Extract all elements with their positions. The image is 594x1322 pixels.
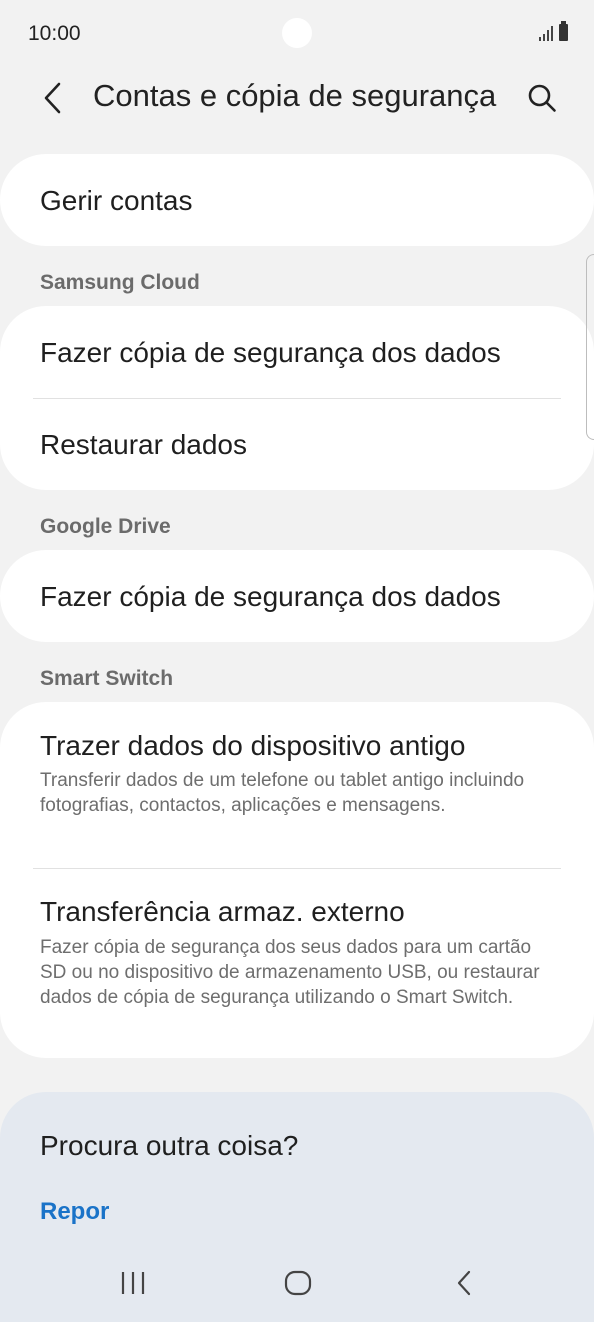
home-icon — [284, 1270, 312, 1296]
recents-button[interactable] — [103, 1258, 163, 1308]
search-button[interactable] — [520, 76, 564, 120]
restore-data-label: Restaurar dados — [40, 429, 248, 460]
search-icon — [528, 84, 556, 112]
manage-accounts-item[interactable]: Gerir contas — [0, 154, 594, 246]
bring-data-description: Transferir dados de um telefone ou table… — [40, 770, 525, 816]
smart-switch-card: Trazer dados do dispositivo antigo Trans… — [0, 702, 594, 1058]
section-header-samsung-cloud: Samsung Cloud — [40, 271, 200, 294]
google-backup-item[interactable]: Fazer cópia de segurança dos dados — [0, 550, 594, 642]
nav-back-button[interactable] — [434, 1258, 494, 1308]
reset-link[interactable]: Repor — [40, 1198, 109, 1226]
system-icons — [539, 21, 568, 41]
section-header-smart-switch: Smart Switch — [40, 667, 174, 690]
scrollbar[interactable] — [586, 254, 594, 440]
section-header-google-drive: Google Drive — [40, 515, 171, 538]
samsung-cloud-card: Fazer cópia de segurança dos dados Resta… — [0, 306, 594, 490]
home-button[interactable] — [268, 1258, 328, 1308]
recents-icon — [121, 1272, 145, 1294]
suggestions-card: Procura outra coisa? Repor — [0, 1092, 594, 1242]
bring-data-item[interactable]: Trazer dados do dispositivo antigo Trans… — [0, 702, 594, 868]
chevron-left-icon — [44, 82, 61, 114]
status-time: 10:00 — [28, 22, 81, 45]
external-storage-item[interactable]: Transferência armaz. externo Fazer cópia… — [0, 869, 594, 1058]
back-button[interactable] — [36, 76, 70, 120]
navigation-bar — [0, 1242, 594, 1322]
page-title: Contas e cópia de segurança — [93, 78, 497, 113]
external-storage-title: Transferência armaz. externo — [40, 896, 405, 927]
status-bar: 10:00 — [0, 0, 594, 70]
google-drive-card: Fazer cópia de segurança dos dados — [0, 550, 594, 642]
google-backup-label: Fazer cópia de segurança dos dados — [40, 581, 501, 612]
signal-icon — [539, 25, 553, 41]
manage-accounts-label: Gerir contas — [40, 185, 193, 216]
external-storage-description: Fazer cópia de segurança dos seus dados … — [40, 937, 540, 1008]
bring-data-title: Trazer dados do dispositivo antigo — [40, 730, 466, 761]
back-icon — [457, 1270, 471, 1296]
samsung-backup-item[interactable]: Fazer cópia de segurança dos dados — [0, 306, 594, 398]
accounts-card: Gerir contas — [0, 154, 594, 246]
app-header: Contas e cópia de segurança — [0, 70, 594, 126]
samsung-backup-label: Fazer cópia de segurança dos dados — [40, 337, 501, 368]
camera-cutout — [282, 18, 312, 48]
battery-icon — [559, 21, 568, 41]
suggestions-title: Procura outra coisa? — [40, 1130, 299, 1161]
restore-data-item[interactable]: Restaurar dados — [0, 399, 594, 490]
